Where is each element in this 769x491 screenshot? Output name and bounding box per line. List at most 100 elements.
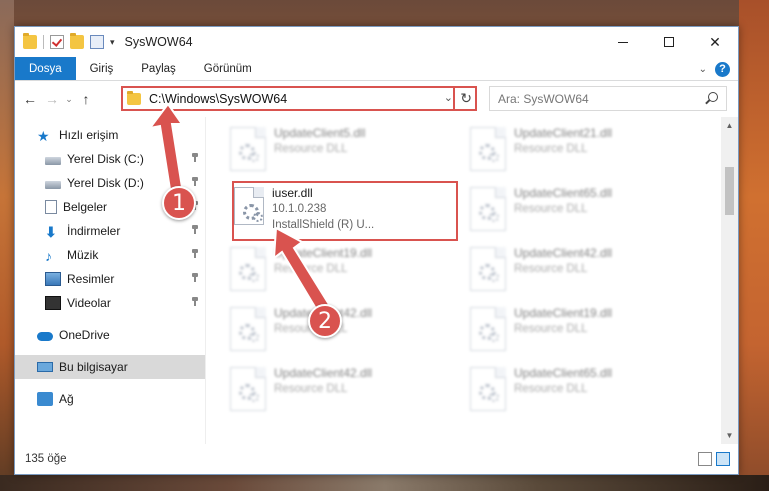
sidebar-item-label: Belgeler xyxy=(63,200,108,214)
minimize-icon xyxy=(618,41,628,43)
file-name: UpdateClient42.dll xyxy=(274,366,373,380)
dll-file-icon xyxy=(230,307,266,351)
navigation-bar: ← → ⌄ ↑ C:\Windows\SysWOW64 ⌄ ↻ Ara: Sys… xyxy=(15,81,738,117)
sidebar-item-videos[interactable]: Videolar xyxy=(15,291,205,315)
sidebar-item-quick-access[interactable]: ★ Hızlı erişim xyxy=(15,123,205,147)
pin-icon[interactable] xyxy=(191,249,199,258)
details-view-icon[interactable] xyxy=(698,452,712,466)
desktop-wallpaper-left xyxy=(0,0,14,491)
dll-file-icon xyxy=(230,247,266,291)
file-description: Resource DLL xyxy=(274,143,348,155)
sidebar-item-label: Resimler xyxy=(67,272,115,286)
address-bar[interactable]: C:\Windows\SysWOW64 ⌄ ↻ xyxy=(121,86,477,111)
file-item[interactable]: UpdateClient65.dll Resource DLL xyxy=(464,181,684,237)
dll-file-icon xyxy=(470,127,506,171)
tab-view[interactable]: Görünüm xyxy=(190,57,266,80)
pin-icon[interactable] xyxy=(191,177,199,186)
quick-access-toolbar: ▾ xyxy=(15,33,115,49)
status-bar: 135 öğe xyxy=(15,444,738,474)
file-description: Resource DLL xyxy=(514,383,588,395)
disk-icon xyxy=(45,180,61,189)
pin-icon[interactable] xyxy=(191,225,199,234)
sidebar-item-downloads[interactable]: ⬇ İndirmeler xyxy=(15,219,205,243)
dll-file-icon xyxy=(470,247,506,291)
sidebar-item-label: Hızlı erişim xyxy=(59,128,119,142)
file-name: UpdateClient65.dll xyxy=(514,186,613,200)
file-item[interactable]: UpdateClient19.dll Resource DLL xyxy=(224,241,444,297)
file-item[interactable]: UpdateClient42.dll Resource DLL xyxy=(464,241,684,297)
file-name: UpdateClient19.dll xyxy=(274,246,373,260)
onedrive-icon xyxy=(37,331,53,341)
sidebar-item-network[interactable]: Ağ xyxy=(15,387,205,411)
file-item[interactable]: UpdateClient5.dll Resource DLL xyxy=(224,121,444,177)
sidebar-item-label: Müzik xyxy=(67,248,99,262)
properties-icon[interactable] xyxy=(90,35,104,49)
file-list: UpdateClient5.dll Resource DLL iuser.dll … xyxy=(206,117,738,444)
dll-file-icon xyxy=(230,367,266,411)
sidebar-item-local-disk-c[interactable]: Yerel Disk (C:) xyxy=(15,147,205,171)
recent-locations-chevron-icon[interactable]: ⌄ xyxy=(63,94,75,105)
file-name: UpdateClient65.dll xyxy=(514,366,613,380)
expand-ribbon-chevron-icon[interactable]: ⌄ xyxy=(699,64,707,75)
large-icons-view-icon[interactable] xyxy=(716,452,730,466)
pin-icon[interactable] xyxy=(191,297,199,306)
file-name: UpdateClient19.dll xyxy=(514,306,613,320)
dll-file-icon xyxy=(230,127,266,171)
window-title: SysWOW64 xyxy=(124,35,193,49)
properties-check-icon[interactable] xyxy=(50,35,64,49)
callout-1: 1 xyxy=(162,186,196,220)
file-description: Resource DLL xyxy=(274,383,348,395)
tab-home[interactable]: Giriş xyxy=(76,57,128,80)
tab-share[interactable]: Paylaş xyxy=(127,57,190,80)
desktop-wallpaper-right xyxy=(739,0,769,491)
download-icon: ⬇ xyxy=(45,224,57,240)
file-item[interactable]: UpdateClient19.dll Resource DLL xyxy=(464,301,684,357)
main-area: ★ Hızlı erişim Yerel Disk (C:) Yerel Dis… xyxy=(15,117,738,444)
music-icon: ♪ xyxy=(45,248,52,264)
file-item[interactable]: UpdateClient42.dll Resource DLL xyxy=(224,361,444,417)
folder-icon xyxy=(23,33,37,49)
navigation-pane: ★ Hızlı erişim Yerel Disk (C:) Yerel Dis… xyxy=(15,117,206,444)
back-arrow-icon[interactable]: ← xyxy=(19,91,41,107)
vertical-scrollbar[interactable]: ▲ ▼ xyxy=(721,117,738,444)
address-dropdown-chevron-icon[interactable]: ⌄ xyxy=(444,91,453,104)
maximize-button[interactable] xyxy=(646,27,692,57)
refresh-icon[interactable]: ↻ xyxy=(460,90,472,107)
sidebar-item-music[interactable]: ♪ Müzik xyxy=(15,243,205,267)
sidebar-item-label: Bu bilgisayar xyxy=(59,360,128,374)
minimize-button[interactable] xyxy=(600,27,646,57)
toolbar-divider xyxy=(43,35,44,49)
pictures-icon xyxy=(45,272,61,286)
search-placeholder: Ara: SysWOW64 xyxy=(498,91,589,106)
close-icon: ✕ xyxy=(709,33,721,50)
scroll-down-icon[interactable]: ▼ xyxy=(721,427,738,444)
tab-file[interactable]: Dosya xyxy=(15,57,76,80)
search-icon[interactable] xyxy=(708,92,718,102)
forward-arrow-icon[interactable]: → xyxy=(41,91,63,107)
scroll-up-icon[interactable]: ▲ xyxy=(721,117,738,134)
dll-file-icon xyxy=(470,367,506,411)
sidebar-item-pictures[interactable]: Resimler xyxy=(15,267,205,291)
help-icon[interactable]: ? xyxy=(715,61,730,77)
up-arrow-icon[interactable]: ↑ xyxy=(75,91,97,107)
pin-icon[interactable] xyxy=(191,273,199,282)
sidebar-item-onedrive[interactable]: OneDrive xyxy=(15,323,205,347)
address-path: C:\Windows\SysWOW64 xyxy=(149,91,288,106)
view-toggle xyxy=(698,452,730,466)
new-folder-icon[interactable] xyxy=(70,33,84,49)
file-item[interactable]: UpdateClient65.dll Resource DLL xyxy=(464,361,684,417)
sidebar-item-label: OneDrive xyxy=(59,328,110,342)
scroll-thumb[interactable] xyxy=(725,167,734,215)
file-item[interactable]: UpdateClient21.dll Resource DLL xyxy=(464,121,684,177)
pin-icon[interactable] xyxy=(191,153,199,162)
file-description: Resource DLL xyxy=(514,323,588,335)
videos-icon xyxy=(45,296,61,310)
search-input[interactable]: Ara: SysWOW64 xyxy=(489,86,727,111)
ribbon: Dosya Giriş Paylaş Görünüm ⌄ ? xyxy=(15,57,738,81)
window-controls: ✕ xyxy=(600,27,738,57)
sidebar-item-this-pc[interactable]: Bu bilgisayar xyxy=(15,355,205,379)
close-button[interactable]: ✕ xyxy=(692,27,738,57)
customize-toolbar-dropdown-icon[interactable]: ▾ xyxy=(110,37,115,48)
disk-icon xyxy=(45,156,61,165)
item-count: 135 öğe xyxy=(25,453,67,465)
